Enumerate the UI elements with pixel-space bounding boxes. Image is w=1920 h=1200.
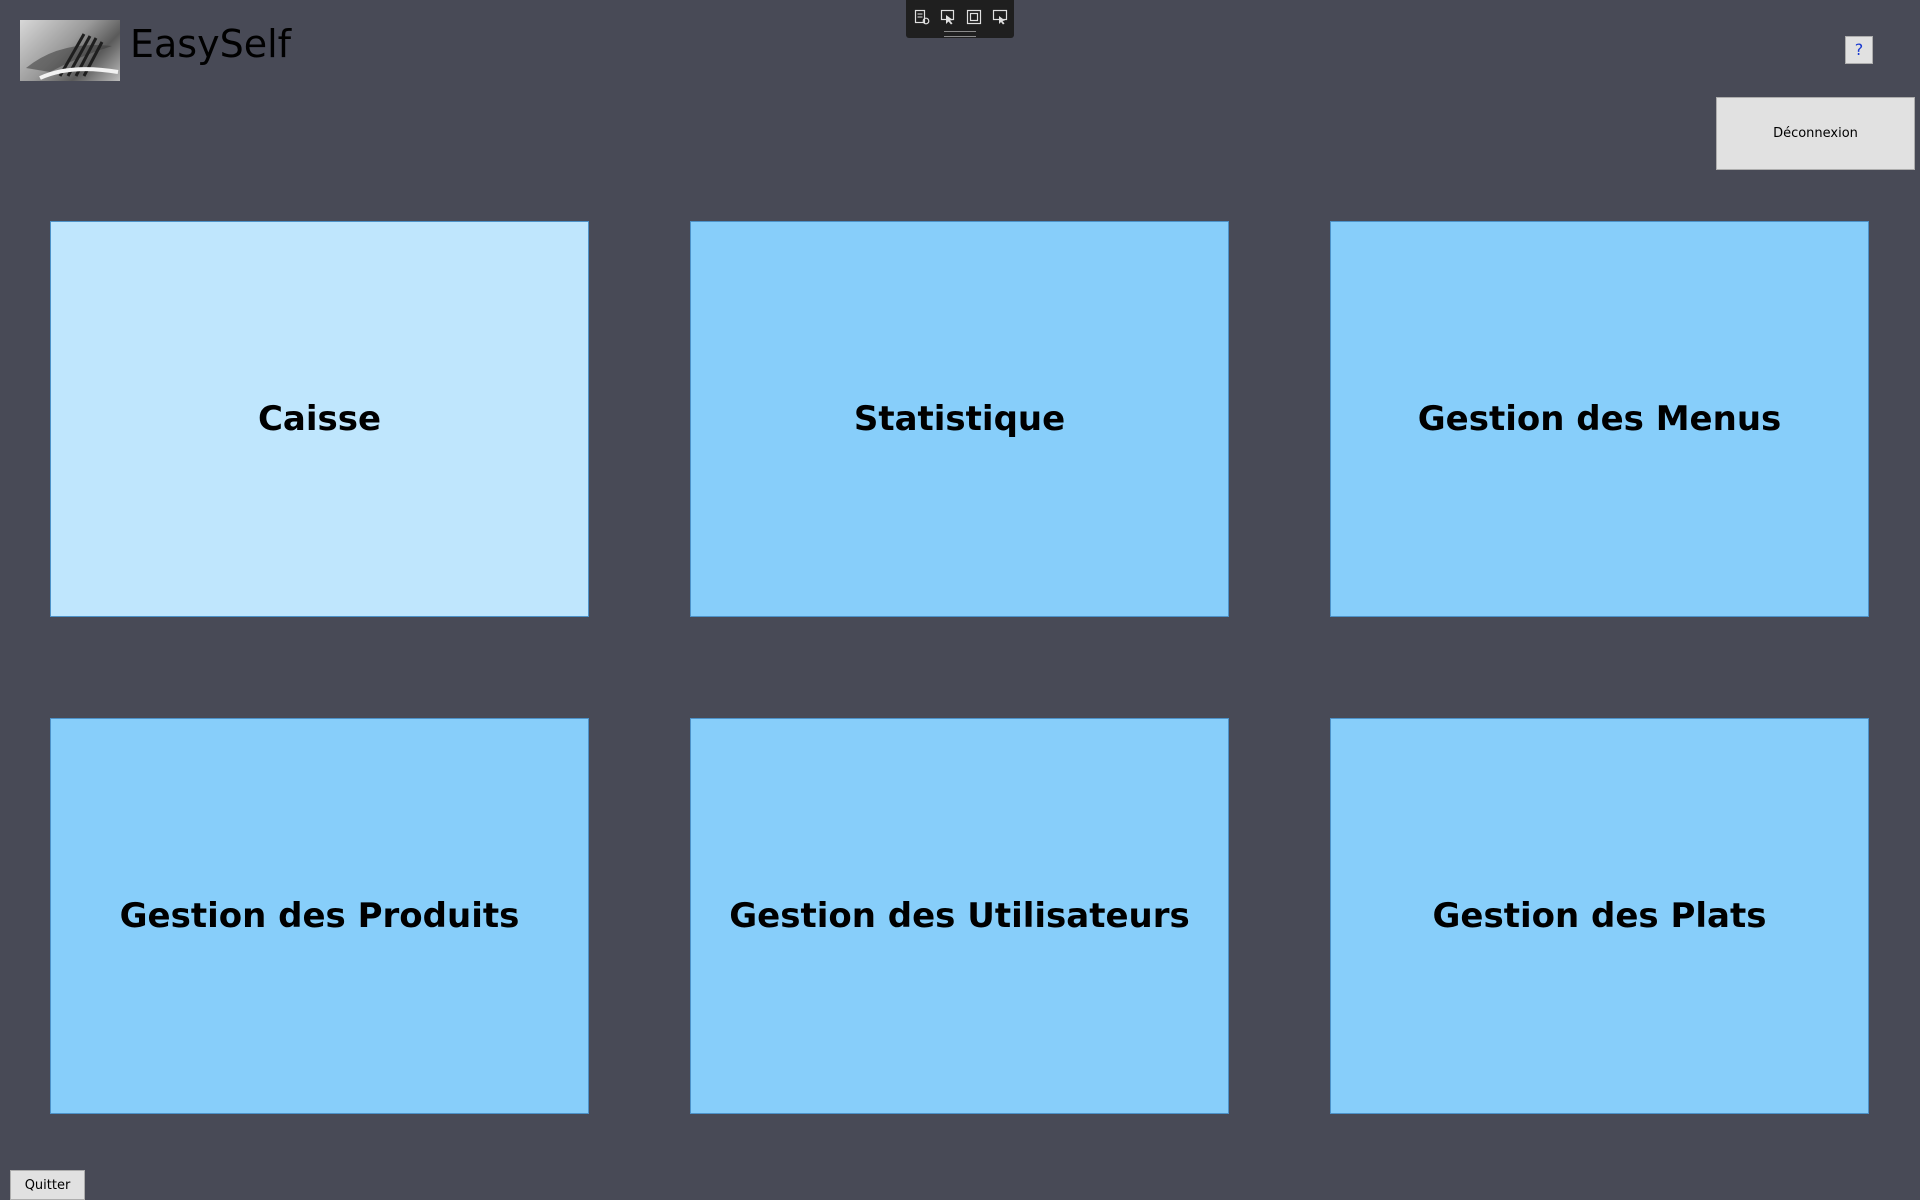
tile-gestion-utilisateurs[interactable]: Gestion des Utilisateurs — [690, 718, 1229, 1114]
logout-button[interactable]: Déconnexion — [1716, 97, 1915, 170]
tile-statistique[interactable]: Statistique — [690, 221, 1229, 617]
select-element-icon[interactable] — [938, 7, 958, 27]
tile-gestion-plats[interactable]: Gestion des Plats — [1330, 718, 1869, 1114]
quit-button[interactable]: Quitter — [10, 1170, 85, 1200]
tile-caisse[interactable]: Caisse — [50, 221, 589, 617]
app-title: EasySelf — [130, 22, 292, 66]
tile-gestion-produits[interactable]: Gestion des Produits — [50, 718, 589, 1114]
fork-knife-logo-icon — [20, 20, 120, 81]
display-layout-adorners-icon[interactable] — [964, 7, 984, 27]
help-button[interactable]: ? — [1845, 36, 1873, 64]
debug-toolbar — [906, 0, 1014, 38]
tile-gestion-menus[interactable]: Gestion des Menus — [1330, 221, 1869, 617]
toolbar-grip[interactable] — [944, 31, 976, 37]
track-focus-icon[interactable] — [990, 7, 1010, 27]
live-visual-tree-icon[interactable] — [912, 7, 932, 27]
